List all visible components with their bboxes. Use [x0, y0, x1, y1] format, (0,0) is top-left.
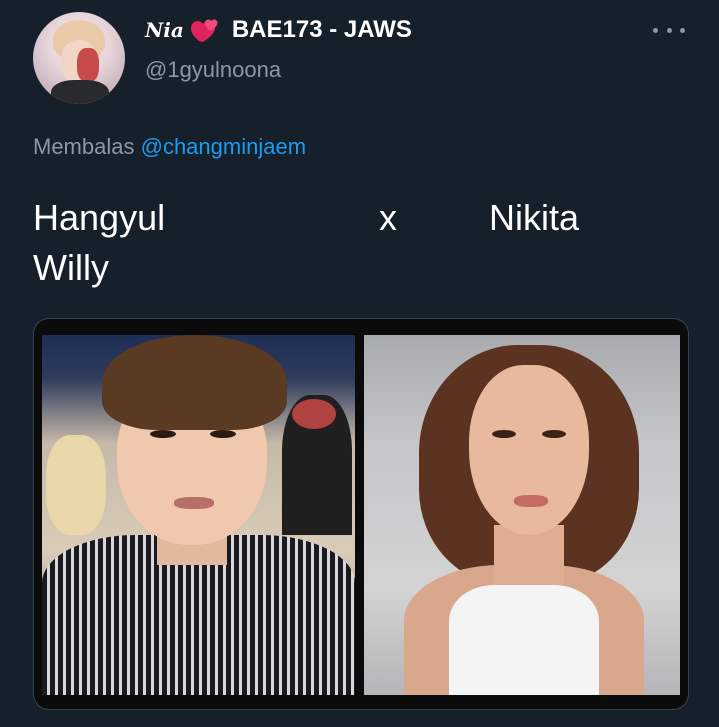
tweet: Nia BAE173 - JAWS @1gyulnoona Membalas @…: [0, 0, 719, 727]
dot-icon: [653, 27, 658, 33]
more-options-icon[interactable]: [653, 20, 685, 40]
tweet-text: Hangyul x Nikita Willy: [33, 193, 683, 293]
photo-woman[interactable]: [364, 335, 680, 695]
tweet-text-line1: Hangyul x Nikita: [33, 193, 683, 243]
face: [469, 365, 589, 535]
mouth: [514, 495, 548, 507]
avatar-hand: [77, 48, 99, 82]
mouth: [174, 497, 214, 509]
dot-icon: [666, 27, 672, 33]
eye: [150, 430, 176, 438]
reply-context: Membalas @changminjaem: [33, 134, 306, 160]
author-handle[interactable]: @1gyulnoona: [145, 57, 281, 83]
photo-man[interactable]: [42, 335, 355, 695]
tweet-word-x: x: [379, 197, 397, 238]
hair: [102, 335, 287, 430]
white-top: [449, 585, 599, 695]
eye: [492, 430, 516, 438]
author-display-name: BAE173 - JAWS: [231, 16, 412, 43]
background-person-hair: [292, 399, 336, 429]
background-person: [46, 435, 106, 535]
tweet-word-hangyul: Hangyul: [33, 197, 166, 238]
reply-prefix: Membalas: [33, 134, 135, 159]
avatar-jacket: [51, 80, 109, 104]
author-name-row[interactable]: Nia BAE173 - JAWS: [145, 16, 412, 44]
author-script-name: Nia: [145, 18, 184, 42]
media-card[interactable]: [33, 318, 689, 710]
tweet-word-willy: Willy: [33, 247, 109, 288]
dot-icon: [680, 27, 685, 33]
eye: [542, 430, 566, 438]
tweet-word-nikita: Nikita: [489, 197, 580, 238]
eye: [210, 430, 236, 438]
reply-mention-link[interactable]: @changminjaem: [141, 134, 306, 159]
heart-emoji-icon: [190, 16, 222, 44]
author-avatar[interactable]: [33, 12, 125, 104]
